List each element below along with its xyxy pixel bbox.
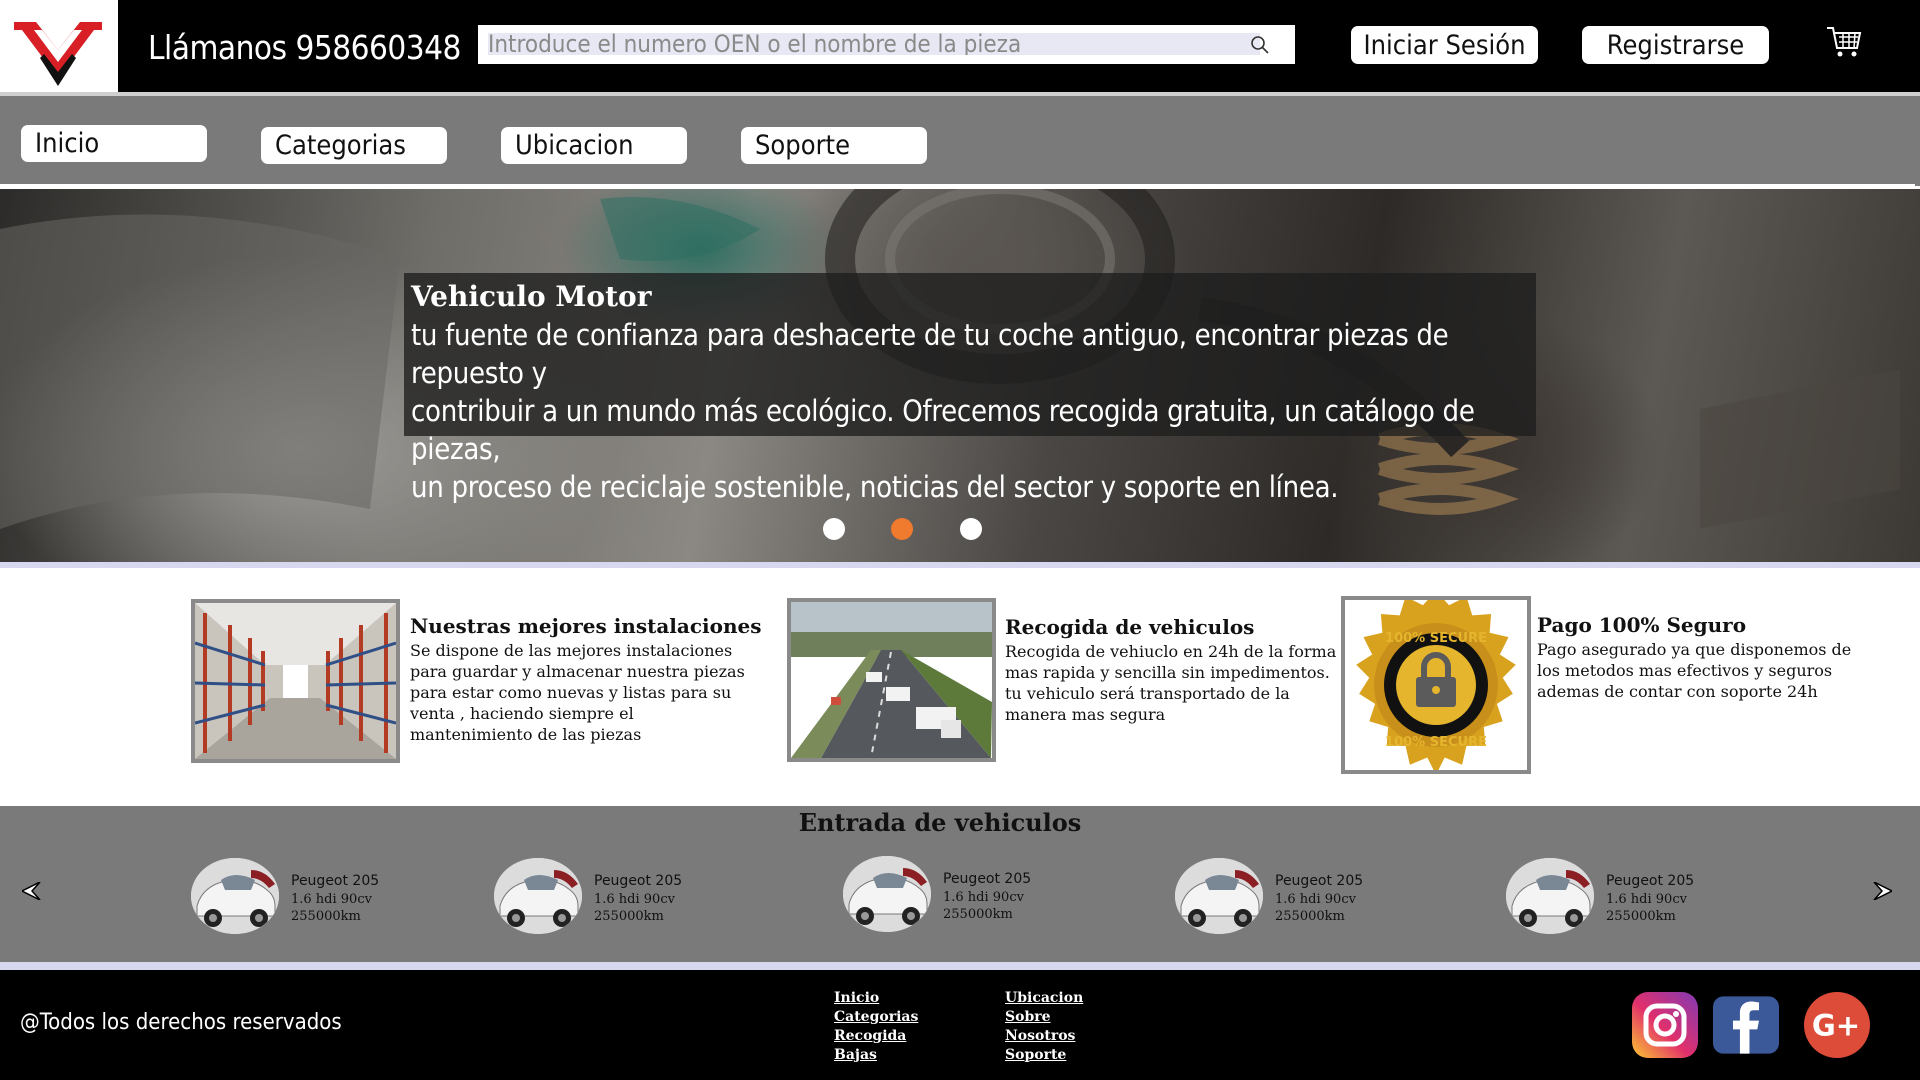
feature-title-payment: Pago 100% Seguro	[1537, 613, 1747, 637]
vehicle-thumbnail	[843, 856, 931, 932]
badge-text-top: 100% SECURE	[1385, 631, 1487, 646]
arrow-right-icon[interactable]	[1872, 882, 1892, 900]
search-bar[interactable]	[478, 25, 1295, 64]
login-button[interactable]: Iniciar Sesión	[1351, 26, 1538, 64]
footer-link-bajas[interactable]: Bajas	[834, 1046, 918, 1065]
vehicle-name: Peugeot 205	[1275, 873, 1364, 889]
vehicle-engine: 1.6 hdi 90cv	[1606, 892, 1687, 907]
vehicles-heading: Entrada de vehiculos	[798, 808, 1082, 837]
hero-line: un proceso de reciclaje sostenible, noti…	[411, 470, 1339, 504]
hero-title: Vehiculo Motor	[411, 280, 652, 313]
truck-highway-image	[787, 598, 996, 762]
footer-link-ubicacion[interactable]: Ubicacion	[1005, 989, 1083, 1008]
logo[interactable]	[0, 0, 118, 92]
vehicle-name: Peugeot 205	[291, 873, 380, 889]
feature-line: venta , haciendo siempre el	[410, 704, 634, 723]
footer-link-soporte[interactable]: Soporte	[1005, 1046, 1083, 1065]
feature-line: Recogida de vehiuclo en 24h de la forma	[1005, 642, 1337, 661]
logo-icon	[14, 22, 102, 86]
hero-line: contribuir a un mundo más ecológico. Ofr…	[411, 394, 1475, 466]
search-input[interactable]	[488, 33, 1260, 55]
search-field[interactable]	[488, 33, 1260, 55]
secure-payment-badge: 100% SECURE 100% SECURE	[1341, 596, 1531, 774]
feature-line: para guardar y almacenar nuestra piezas	[410, 662, 745, 681]
vehicle-divider	[0, 962, 1920, 970]
vehicle-thumbnail	[1175, 858, 1263, 934]
nav-inicio[interactable]: Inicio	[21, 125, 207, 162]
google-plus-icon[interactable]: G+	[1804, 992, 1870, 1058]
vehicle-engine: 1.6 hdi 90cv	[291, 892, 372, 907]
feature-line: los metodos mas efectivos y seguros	[1537, 661, 1833, 680]
vehicle-engine: 1.6 hdi 90cv	[1275, 892, 1356, 907]
feature-line: Pago asegurado ya que disponemos de	[1537, 640, 1852, 659]
feature-line: tu vehiculo será transportado de la	[1005, 684, 1290, 703]
vehicle-km: 255000km	[594, 909, 664, 924]
feature-line: mantenimiento de las piezas	[410, 725, 642, 744]
hero-divider	[0, 562, 1920, 568]
carousel-dot-3[interactable]	[960, 518, 982, 540]
footer-link-recogida[interactable]: Recogida	[834, 1027, 918, 1046]
footer-link-categorias[interactable]: Categorias	[834, 1008, 918, 1027]
feature-line: Se dispone de las mejores instalaciones	[410, 641, 733, 660]
vehicle-name: Peugeot 205	[594, 873, 683, 889]
footer-link-inicio[interactable]: Inicio	[834, 989, 918, 1008]
badge-text-bottom: 100% SECURE	[1385, 735, 1487, 750]
nav-soporte[interactable]: Soporte	[741, 127, 927, 164]
hero-line: tu fuente de confianza para deshacerte d…	[411, 318, 1449, 390]
vehicle-km: 255000km	[943, 907, 1013, 922]
instagram-icon[interactable]	[1632, 992, 1698, 1058]
feature-text-facilities: Se dispone de las mejores instalaciones …	[410, 640, 745, 745]
nav-categorias[interactable]: Categorias	[261, 127, 447, 164]
footer-links-col1: Inicio Categorias Recogida Bajas	[834, 989, 918, 1065]
feature-line: mas rapida y sencilla sin impedimentos.	[1005, 663, 1330, 682]
vehicle-engine: 1.6 hdi 90cv	[594, 892, 675, 907]
register-button[interactable]: Registrarse	[1582, 26, 1769, 64]
feature-line: ademas de contar con soporte 24h	[1537, 682, 1818, 701]
vehicle-thumbnail	[1506, 858, 1594, 934]
vehicle-km: 255000km	[291, 909, 361, 924]
footer-links-col2: Ubicacion Sobre Nosotros Soporte	[1005, 989, 1083, 1065]
feature-text-payment: Pago asegurado ya que disponemos de los …	[1537, 639, 1851, 702]
vehicle-card[interactable]: Peugeot 205 1.6 hdi 90cv 255000km	[843, 856, 1103, 936]
vehicle-thumbnail	[191, 858, 279, 934]
vehicle-km: 255000km	[1606, 909, 1676, 924]
vehicle-card[interactable]: Peugeot 205 1.6 hdi 90cv 255000km	[494, 858, 754, 938]
footer-link-nosotros[interactable]: Nosotros	[1005, 1027, 1083, 1046]
vehicle-thumbnail	[494, 858, 582, 934]
footer-link-sobre[interactable]: Sobre	[1005, 1008, 1083, 1027]
vehicle-name: Peugeot 205	[943, 871, 1032, 887]
feature-text-pickup: Recogida de vehiuclo en 24h de la forma …	[1005, 641, 1336, 725]
svg-text:G+: G+	[1812, 1009, 1860, 1043]
vehicle-card[interactable]: Peugeot 205 1.6 hdi 90cv 255000km	[1175, 858, 1435, 938]
cart-icon[interactable]	[1826, 24, 1862, 60]
feature-line: para estar como nuevas y listas para su	[410, 683, 732, 702]
feature-line: manera mas segura	[1005, 705, 1166, 724]
phone-number: Llámanos 958660348	[148, 28, 461, 67]
vehicle-km: 255000km	[1275, 909, 1345, 924]
feature-title-pickup: Recogida de vehiculos	[1005, 615, 1255, 639]
feature-title-facilities: Nuestras mejores instalaciones	[410, 614, 762, 638]
search-icon[interactable]	[1250, 35, 1270, 55]
warehouse-image	[191, 599, 400, 763]
carousel-dot-1[interactable]	[823, 518, 845, 540]
arrow-left-icon[interactable]	[22, 882, 42, 900]
vehicle-name: Peugeot 205	[1606, 873, 1695, 889]
vehicle-engine: 1.6 hdi 90cv	[943, 890, 1024, 905]
copyright-text: @Todos los derechos reservados	[20, 1010, 342, 1035]
carousel-dot-2[interactable]	[891, 518, 913, 540]
facebook-icon[interactable]	[1713, 992, 1779, 1058]
vehicle-card[interactable]: Peugeot 205 1.6 hdi 90cv 255000km	[191, 858, 451, 938]
nav-ubicacion[interactable]: Ubicacion	[501, 127, 687, 164]
hero-description: tu fuente de confianza para deshacerte d…	[411, 316, 1531, 506]
vehicle-card[interactable]: Peugeot 205 1.6 hdi 90cv 255000km	[1506, 858, 1766, 938]
